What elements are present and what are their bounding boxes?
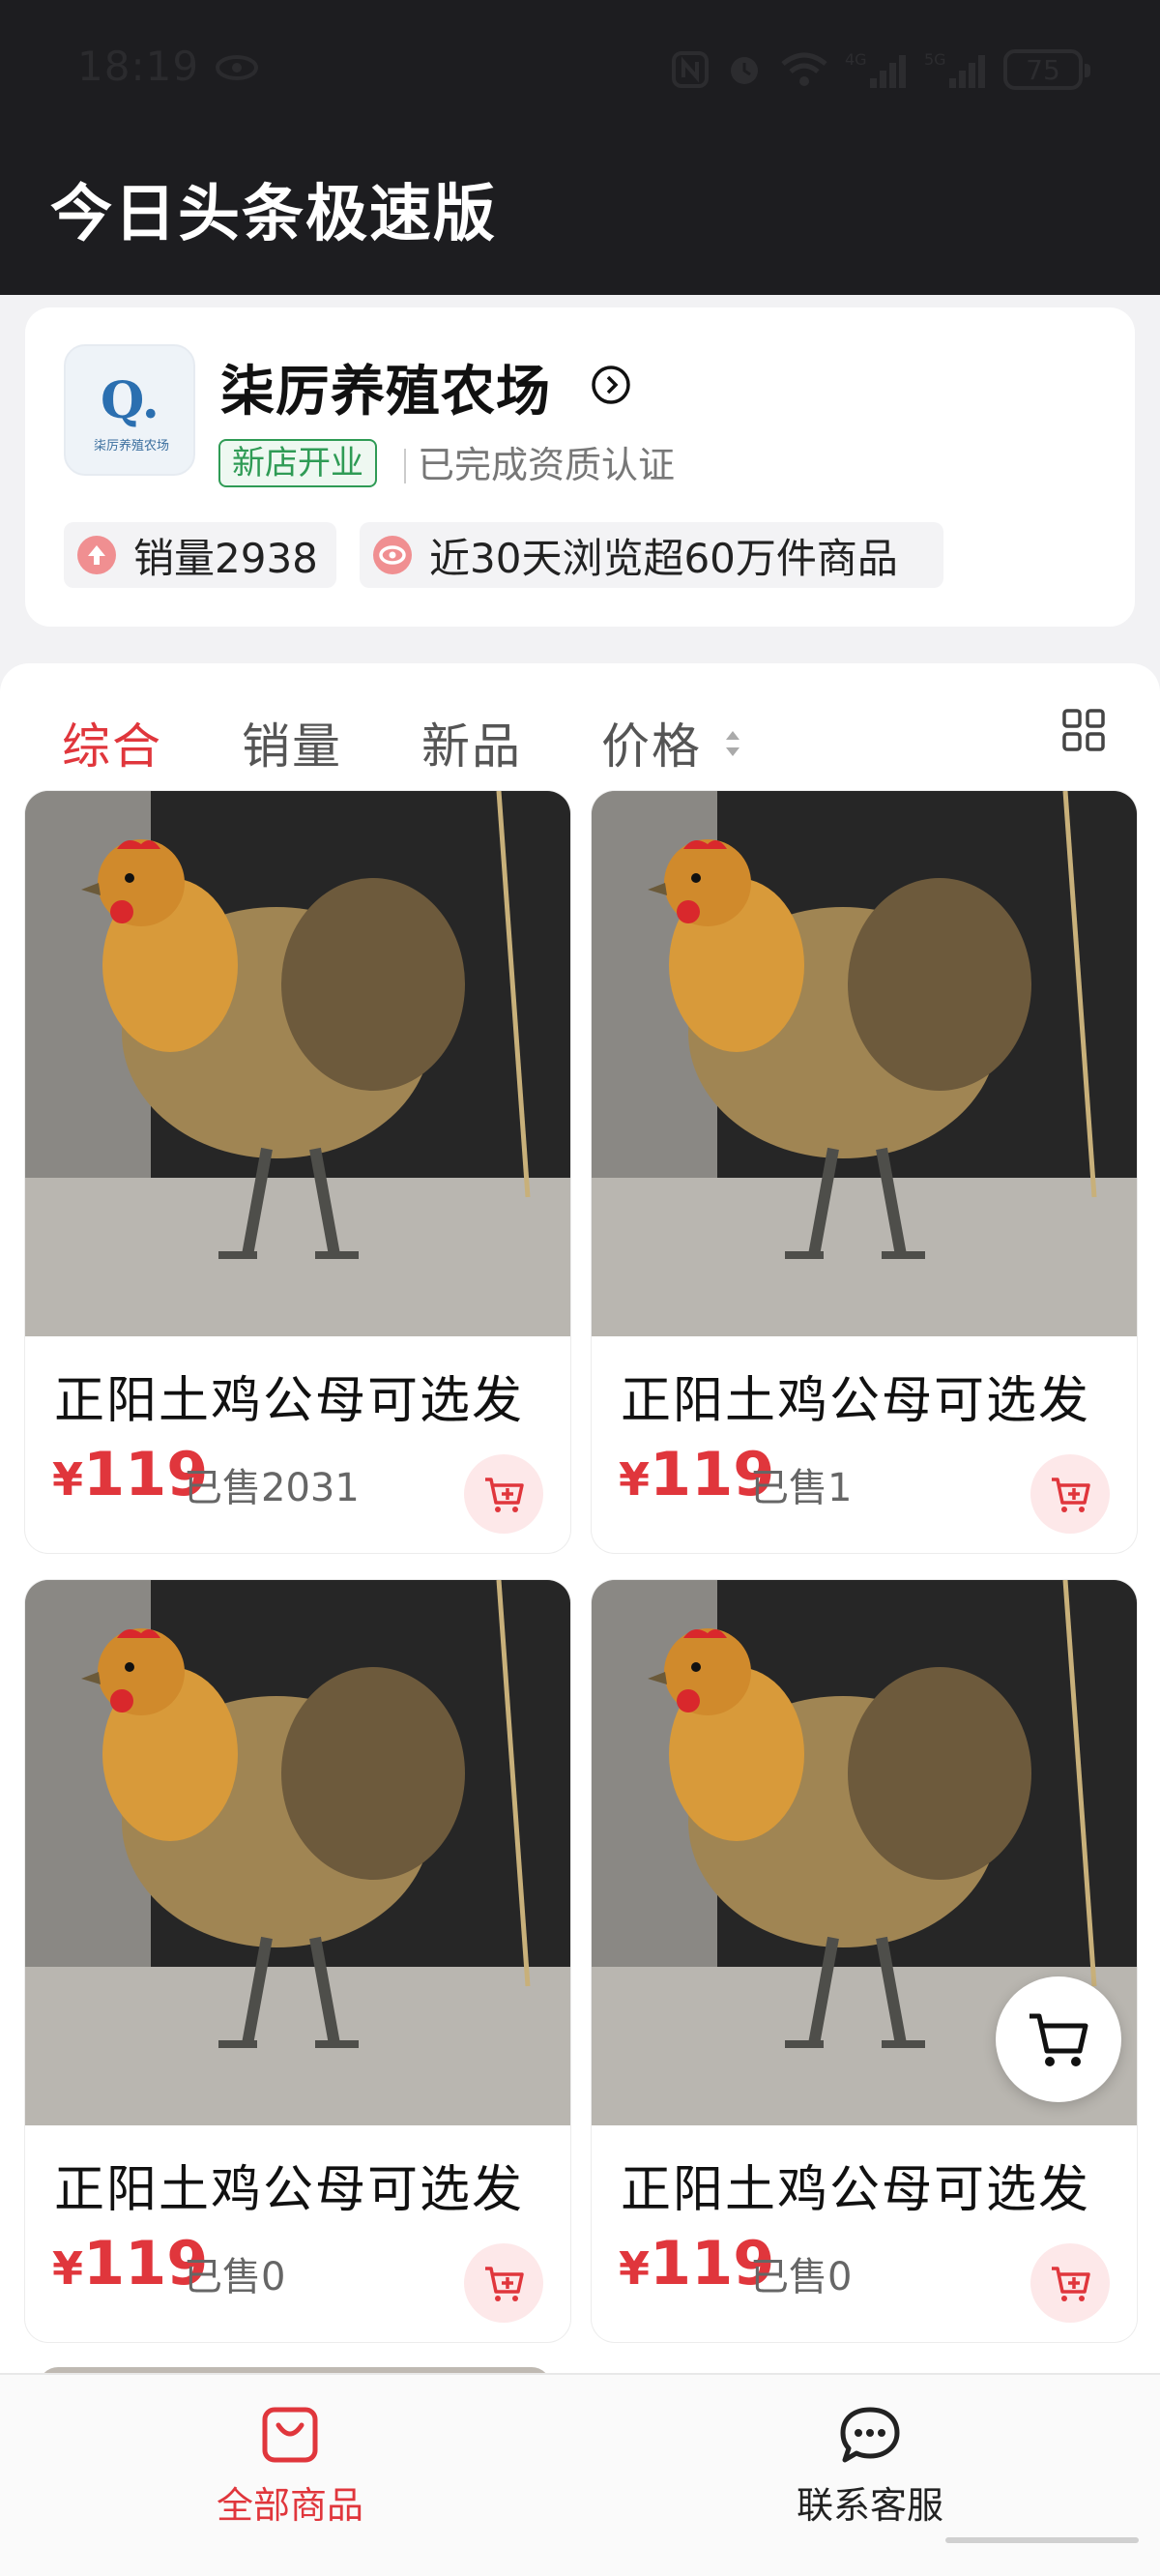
- tab-new[interactable]: 新品: [421, 708, 522, 777]
- cart-plus-icon: [485, 2267, 524, 2301]
- shop-logo-caption: 柒厉养殖农场: [93, 439, 169, 454]
- chat-bubble-icon: [840, 2407, 900, 2463]
- currency-symbol: ¥: [52, 1453, 84, 1506]
- new-shop-badge: 新店开业: [218, 439, 377, 487]
- cart-plus-icon: [1052, 1478, 1090, 1512]
- battery-level: 75: [1026, 53, 1060, 86]
- battery-icon: 75: [1003, 49, 1090, 90]
- nav-contact-service[interactable]: 联系客服: [725, 2404, 1015, 2529]
- chevron-right-circle-icon[interactable]: [590, 364, 632, 406]
- eye-icon: [216, 55, 258, 80]
- shopping-bag-icon: [262, 2407, 318, 2463]
- shop-logo: Q. 柒厉养殖农场: [64, 344, 195, 476]
- product-title[interactable]: 正阳土鸡公母可选发: [621, 2149, 1090, 2221]
- tab-comprehensive[interactable]: 综合: [62, 708, 162, 777]
- shopping-cart-icon: [1030, 2013, 1088, 2066]
- views-stat-text: 近30天浏览超60万件商品: [429, 534, 898, 582]
- currency-symbol: ¥: [619, 1453, 651, 1506]
- signal-4g-icon: 4G: [845, 50, 906, 88]
- product-image[interactable]: [592, 791, 1137, 1336]
- views-stat: 近30天浏览超60万件商品: [360, 522, 943, 588]
- sold-count: 已售1: [750, 1466, 853, 1510]
- product-title[interactable]: 正阳土鸡公母可选发: [621, 1360, 1090, 1432]
- sold-count: 已售0: [184, 2255, 286, 2299]
- tab-sales[interactable]: 销量: [242, 708, 342, 777]
- product-image[interactable]: [25, 1580, 570, 2125]
- add-to-cart-button[interactable]: [464, 2243, 543, 2323]
- shop-page: 18:19 4G 5G 75 今日头条极速版 Q. 柒厉养殖农场 柒厉养殖农场 …: [0, 0, 1160, 2576]
- sort-tabs: 综合 销量 新品 价格: [0, 687, 1160, 783]
- add-to-cart-button[interactable]: [1030, 1454, 1110, 1534]
- cart-plus-icon: [485, 1478, 524, 1512]
- product-title[interactable]: 正阳土鸡公母可选发: [54, 2149, 524, 2221]
- shop-name[interactable]: 柒厉养殖农场: [220, 348, 551, 426]
- nav-all-products-label: 全部商品: [216, 2484, 363, 2527]
- sales-stat: 销量2938: [64, 522, 336, 588]
- certification-text: 已完成资质认证: [403, 444, 676, 486]
- app-title: 今日头条极速版: [50, 179, 497, 250]
- svg-text:5G: 5G: [924, 50, 946, 69]
- product-card[interactable]: 正阳土鸡公母可选发 ¥119 已售0: [25, 1580, 570, 2342]
- sort-updown-icon[interactable]: [723, 727, 742, 760]
- home-indicator[interactable]: [945, 2537, 1139, 2543]
- arrow-up-icon: [77, 536, 116, 574]
- alarm-icon: [731, 57, 758, 84]
- shop-logo-letter: Q.: [101, 371, 160, 430]
- shop-info-card[interactable]: Q. 柒厉养殖农场 柒厉养殖农场 新店开业 已完成资质认证 销量2938 近30…: [25, 307, 1135, 627]
- nav-contact-service-label: 联系客服: [796, 2484, 943, 2527]
- product-card[interactable]: 正阳土鸡公母可选发 ¥119 已售1: [592, 791, 1137, 1553]
- bottom-nav: 全部商品 联系客服: [0, 2373, 1160, 2576]
- svg-text:4G: 4G: [845, 50, 867, 69]
- currency-symbol: ¥: [619, 2242, 651, 2295]
- product-image[interactable]: [25, 791, 570, 1336]
- status-bar: 18:19 4G 5G 75: [0, 0, 1160, 145]
- product-card[interactable]: 正阳土鸡公母可选发 ¥119 已售2031: [25, 791, 570, 1553]
- views-icon: [373, 536, 412, 574]
- sales-stat-text: 销量2938: [133, 534, 318, 582]
- currency-symbol: ¥: [52, 2242, 84, 2295]
- add-to-cart-button[interactable]: [1030, 2243, 1110, 2323]
- nav-all-products[interactable]: 全部商品: [145, 2404, 435, 2529]
- signal-5g-icon: 5G: [924, 50, 985, 88]
- tab-price[interactable]: 价格: [601, 708, 702, 777]
- grid-view-icon[interactable]: [1061, 708, 1106, 752]
- sold-count: 已售0: [750, 2255, 853, 2299]
- add-to-cart-button[interactable]: [464, 1454, 543, 1534]
- wifi-icon: [781, 52, 827, 86]
- status-time: 18:19: [77, 43, 200, 90]
- floating-cart-button[interactable]: [996, 1976, 1121, 2102]
- product-title[interactable]: 正阳土鸡公母可选发: [54, 1360, 524, 1432]
- sold-count: 已售2031: [184, 1466, 360, 1510]
- app-header: 18:19 4G 5G 75 今日头条极速版: [0, 0, 1160, 295]
- cart-plus-icon: [1052, 2267, 1090, 2301]
- product-card[interactable]: 正阳土鸡公母可选发 ¥119 已售0: [592, 1580, 1137, 2342]
- nfc-icon: [672, 51, 709, 88]
- status-icons: 4G 5G 75: [671, 46, 1090, 93]
